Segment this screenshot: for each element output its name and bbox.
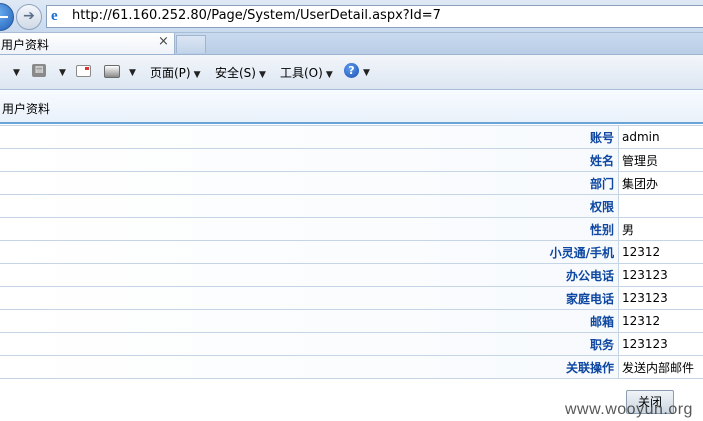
field-value-account: admin — [618, 125, 703, 149]
table-row: 关联操作 发送内部邮件 — [0, 355, 703, 379]
watermark-text: www.wooyun.org — [565, 401, 693, 418]
page-title: 用户资料 — [2, 102, 51, 116]
table-row: 邮箱 12312 — [0, 309, 703, 333]
rss-dropdown-icon[interactable]: ▼ — [56, 64, 66, 78]
user-detail-table: 账号 admin 姓名 管理员 部门 集团办 权限 性别 男 小灵通/手机 12… — [0, 125, 703, 379]
field-label-mobile: 小灵通/手机 — [0, 240, 619, 264]
forward-button[interactable]: ➔ — [16, 4, 42, 30]
rss-feed-icon[interactable]: ▤ — [32, 64, 46, 77]
field-label-department: 部门 — [0, 171, 619, 195]
field-value-department: 集团办 — [618, 171, 703, 195]
home-dropdown-icon[interactable]: ▼ — [10, 64, 20, 78]
table-row: 部门 集团办 — [0, 171, 703, 195]
field-value-permission — [618, 194, 703, 218]
field-value-email: 12312 — [618, 309, 703, 333]
field-label-name: 姓名 — [0, 148, 619, 172]
address-input[interactable]: e http://61.160.252.80/Page/System/UserD… — [46, 5, 703, 28]
field-label-email: 邮箱 — [0, 309, 619, 333]
field-value-name: 管理员 — [618, 148, 703, 172]
field-value-position: 123123 — [618, 332, 703, 356]
new-tab-button[interactable] — [176, 35, 206, 53]
field-label-related-actions: 关联操作 — [0, 355, 619, 379]
url-text: http://61.160.252.80/Page/System/UserDet… — [72, 8, 441, 23]
field-value-related-actions: 发送内部邮件 — [618, 355, 703, 379]
help-icon[interactable]: ? — [344, 63, 359, 78]
chevron-down-icon: ▼ — [193, 70, 201, 80]
help-dropdown-icon[interactable]: ▼ — [360, 64, 370, 78]
table-row: 小灵通/手机 12312 — [0, 240, 703, 264]
command-bar: ▼ ▤ ▼ ▼ 页面(P) ▼ 安全(S) ▼ 工具(O) ▼ ? ▼ — [0, 55, 703, 90]
table-row: 账号 admin — [0, 125, 703, 149]
field-label-office-phone: 办公电话 — [0, 263, 619, 287]
field-label-home-phone: 家庭电话 — [0, 286, 619, 310]
field-label-gender: 性别 — [0, 217, 619, 241]
tab-close-icon[interactable]: × — [158, 34, 169, 49]
tools-menu[interactable]: 工具(O) ▼ — [280, 64, 333, 81]
page-menu[interactable]: 页面(P) ▼ — [150, 64, 201, 81]
field-label-permission: 权限 — [0, 194, 619, 218]
field-value-home-phone: 123123 — [618, 286, 703, 310]
table-row: 姓名 管理员 — [0, 148, 703, 172]
tab-label: 用户资料 — [1, 38, 50, 52]
tab-bar: 用户资料 × — [0, 33, 703, 55]
table-row: 家庭电话 123123 — [0, 286, 703, 310]
table-row: 性别 男 — [0, 217, 703, 241]
safety-menu[interactable]: 安全(S) ▼ — [215, 64, 266, 81]
field-value-gender: 男 — [618, 217, 703, 241]
table-row: 权限 — [0, 194, 703, 218]
page-header: 用户资料 — [0, 90, 703, 124]
back-button[interactable] — [0, 3, 14, 31]
field-label-position: 职务 — [0, 332, 619, 356]
address-bar-row: ➔ e http://61.160.252.80/Page/System/Use… — [0, 0, 703, 33]
print-dropdown-icon[interactable]: ▼ — [126, 64, 136, 78]
field-value-office-phone: 123123 — [618, 263, 703, 287]
send-internal-mail-link[interactable]: 发送内部邮件 — [622, 361, 694, 375]
chevron-down-icon: ▼ — [258, 70, 266, 80]
tab-user-detail[interactable]: 用户资料 × — [0, 33, 175, 54]
field-value-mobile: 12312 — [618, 240, 703, 264]
mail-icon[interactable] — [76, 65, 91, 77]
ie-logo-icon: e — [51, 8, 58, 24]
table-row: 职务 123123 — [0, 332, 703, 356]
print-icon[interactable] — [104, 65, 120, 78]
field-label-account: 账号 — [0, 125, 619, 149]
forward-arrow-icon: ➔ — [23, 8, 35, 24]
table-row: 办公电话 123123 — [0, 263, 703, 287]
chevron-down-icon: ▼ — [325, 70, 333, 80]
